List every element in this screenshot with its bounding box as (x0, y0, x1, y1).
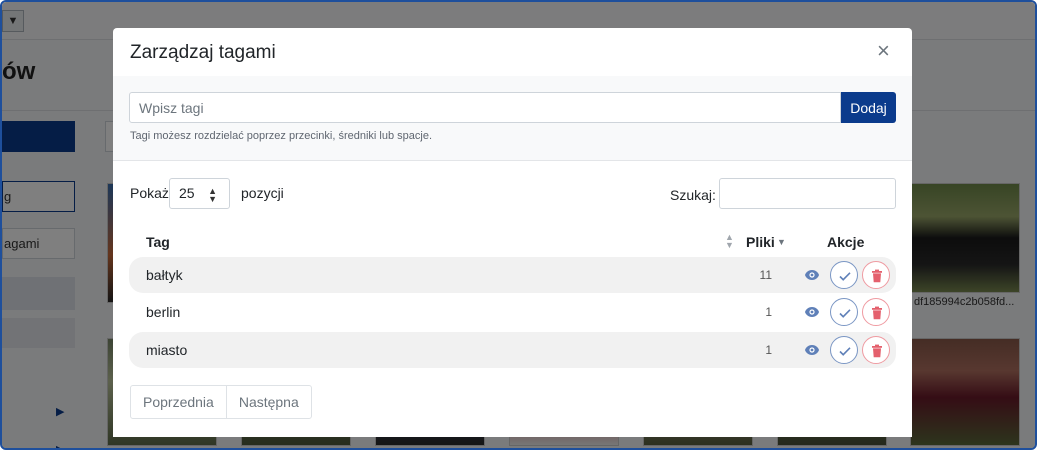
page-length-select[interactable]: 25 ▲ ▼ (169, 178, 230, 209)
page-length-suffix: pozycji (241, 185, 284, 201)
app-window: ▼ ów g agami ▶ ▶ df185994c2b058fd... Zar… (0, 0, 1037, 450)
modal-title: Zarządzaj tagami (130, 42, 276, 63)
table-row: bałtyk 11 (129, 257, 896, 293)
tag-name: miasto (146, 342, 188, 358)
add-tags-section: Dodaj Tagi możesz rozdzielać poprzez prz… (113, 76, 912, 161)
confirm-tag-button[interactable] (830, 298, 858, 326)
trash-icon (872, 306, 882, 320)
column-header-actions: Akcje (827, 234, 865, 250)
delete-tag-button[interactable] (862, 298, 890, 326)
table-row: miasto 1 (129, 332, 896, 368)
tags-input[interactable] (129, 92, 841, 123)
previous-page-button[interactable]: Poprzednia (131, 386, 226, 418)
check-icon (839, 347, 851, 356)
file-count: 11 (759, 268, 772, 282)
add-button[interactable]: Dodaj (841, 92, 896, 123)
next-page-button[interactable]: Następna (225, 386, 311, 418)
check-icon (839, 309, 851, 318)
file-count: 1 (765, 343, 772, 357)
add-tags-hint: Tagi możesz rozdzielać poprzez przecinki… (130, 130, 433, 142)
search-label: Szukaj: (670, 187, 716, 203)
delete-tag-button[interactable] (862, 261, 890, 289)
eye-icon[interactable] (804, 268, 820, 282)
delete-tag-button[interactable] (862, 336, 890, 364)
manage-tags-modal: Zarządzaj tagami × Dodaj Tagi możesz roz… (113, 28, 912, 437)
close-icon[interactable]: × (877, 40, 890, 62)
column-header-tag[interactable]: Tag (146, 234, 170, 250)
tag-name: bałtyk (146, 267, 183, 283)
tag-name: berlin (146, 304, 181, 320)
confirm-tag-button[interactable] (830, 336, 858, 364)
search-input[interactable] (719, 178, 896, 209)
file-count: 1 (765, 305, 772, 319)
sort-desc-icon[interactable]: ▼ (777, 238, 786, 247)
table-row: berlin 1 (129, 294, 896, 330)
check-icon (839, 272, 851, 281)
page-length-value: 25 (179, 185, 195, 201)
sort-icon[interactable]: ▲ ▼ (725, 233, 734, 250)
eye-icon[interactable] (804, 305, 820, 319)
select-arrows-icon: ▲ ▼ (208, 186, 217, 204)
trash-icon (872, 344, 882, 358)
column-header-files[interactable]: Pliki (746, 234, 775, 250)
page-length-label: Pokaż (130, 185, 169, 201)
trash-icon (872, 269, 882, 283)
eye-icon[interactable] (804, 343, 820, 357)
confirm-tag-button[interactable] (830, 261, 858, 289)
pagination: Poprzednia Następna (130, 385, 312, 419)
